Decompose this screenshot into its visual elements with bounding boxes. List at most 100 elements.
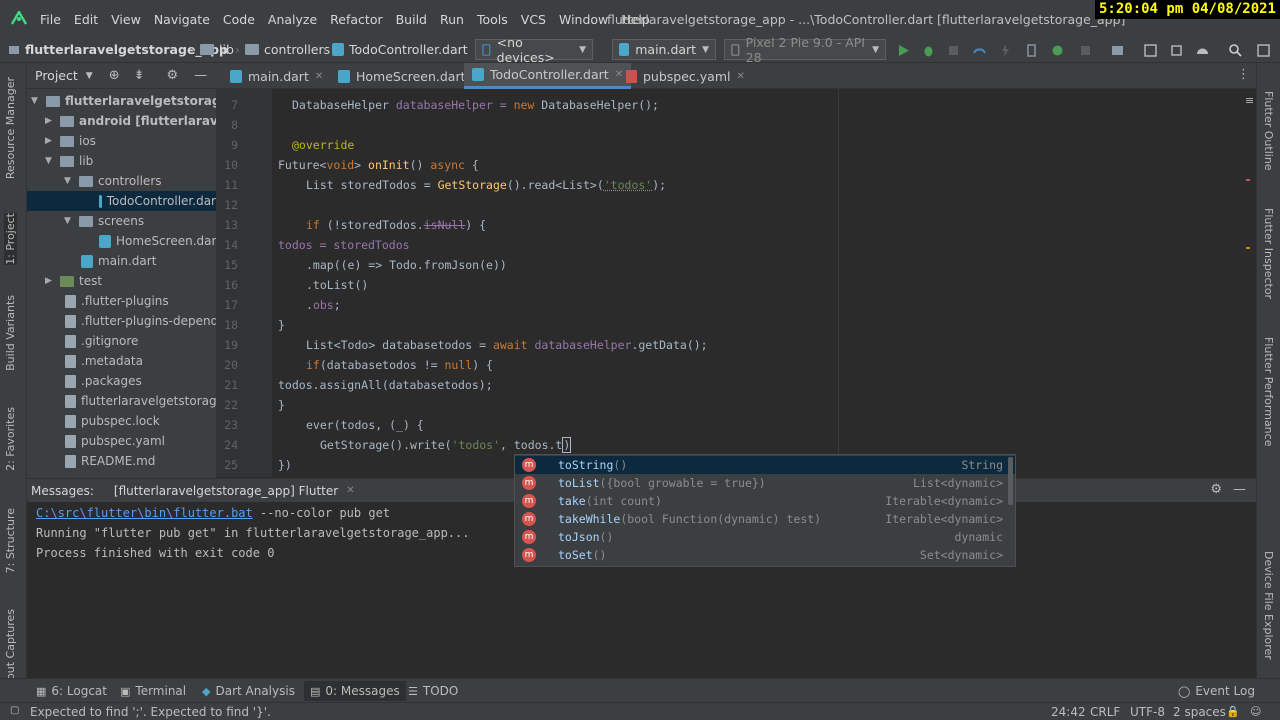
menu-view[interactable]: View [111,12,148,27]
menu-build[interactable]: Build [396,12,434,27]
sdk-manager-icon[interactable] [1169,43,1184,58]
messages-tab[interactable]: [flutterlaravelgetstorage_app] Flutter [114,484,338,498]
tab-logcat[interactable]: ▦ 6: Logcat [36,684,107,698]
menu-vcs[interactable]: VCS [521,12,553,27]
tree-item-test[interactable]: ▶ test [45,271,102,291]
close-icon[interactable]: ✕ [315,71,323,82]
tab-menu-icon[interactable]: ⋮ [1237,67,1250,82]
project-structure-icon[interactable] [1110,43,1125,58]
breadcrumb-controllers[interactable]: › controllers [235,42,330,57]
tree-item-screens[interactable]: ▼ screens [64,211,144,231]
run-config-selector[interactable]: main.dart ▼ [612,39,716,60]
completion-item[interactable]: m take (int count) Iterable<dynamic> [515,492,1015,510]
tab-build-variants[interactable]: Build Variants [4,295,17,371]
tree-item-controllers[interactable]: ▼ controllers [64,171,162,191]
menu-code[interactable]: Code [223,12,262,27]
tab-terminal[interactable]: ▣ Terminal [120,684,186,698]
inspector-icon[interactable]: ☺ [1250,705,1261,718]
completion-item[interactable]: m toList ({bool growable = true}) List<dy… [515,474,1015,492]
menu-tools[interactable]: Tools [477,12,515,27]
tree-item-flutter-plugins-dependencies[interactable]: .flutter-plugins-dependen [65,311,233,331]
flutter-bat-link[interactable]: C:\src\flutter\bin\flutter.bat [36,506,253,520]
gear-icon[interactable]: ⚙ [1210,482,1222,497]
tree-item-pubspec-yaml[interactable]: pubspec.yaml [65,431,165,451]
settings-icon[interactable] [1256,43,1271,58]
line-separator[interactable]: CRLF [1090,705,1120,719]
android-icon[interactable] [1195,43,1210,58]
tab-main-dart[interactable]: main.dart ✕ [222,63,331,89]
attach-debugger-icon[interactable] [946,43,961,58]
cursor-position[interactable]: 24:42 [1051,705,1086,719]
tab-flutter-performance[interactable]: Flutter Performance [1262,337,1275,446]
tree-item-homescreen[interactable]: HomeScreen.dart [99,231,221,251]
menu-analyze[interactable]: Analyze [268,12,324,27]
tab-flutter-inspector[interactable]: Flutter Inspector [1262,208,1275,299]
profile-icon[interactable] [972,43,987,58]
folder-icon [60,135,74,147]
toggle-tool-windows-icon[interactable]: ▢ [10,705,19,716]
tree-item-readme[interactable]: README.md [65,451,155,471]
tab-structure[interactable]: 7: Structure [4,508,17,573]
tab-dart-analysis[interactable]: ◆ Dart Analysis [202,684,295,698]
breadcrumb-lib[interactable]: › lib [190,42,234,57]
hide-panel-icon[interactable]: — [194,68,207,83]
menu-refactor[interactable]: Refactor [330,12,389,27]
tree-item-gitignore[interactable]: .gitignore [65,331,138,351]
collapse-all-icon[interactable]: ⇟ [134,68,145,83]
tab-pubspec[interactable]: pubspec.yaml ✕ [618,63,753,89]
tab-todocontroller[interactable]: TodoController.dart ✕ [464,63,632,89]
file-encoding[interactable]: UTF-8 [1130,705,1165,719]
tab-flutter-outline[interactable]: Flutter Outline [1262,91,1275,171]
hide-panel-icon[interactable]: — [1233,482,1246,497]
completion-item[interactable]: m toString() String [515,456,1015,474]
close-icon[interactable]: ✕ [736,71,744,82]
completion-scrollbar[interactable] [1008,457,1013,505]
tree-item-pubspec-lock[interactable]: pubspec.lock [65,411,160,431]
tab-resource-manager[interactable]: Resource Manager [4,77,17,179]
indent-setting[interactable]: 2 spaces [1173,705,1226,719]
error-marker[interactable] [1246,179,1250,181]
tree-item-ios[interactable]: ▶ ios [45,131,96,151]
project-view-selector[interactable]: Project [35,68,78,83]
run-icon[interactable] [896,43,911,58]
close-icon[interactable]: ✕ [346,485,354,496]
tab-project[interactable]: 1: Project [4,213,17,265]
lock-icon[interactable]: 🔒 [1226,705,1240,718]
code-token: if [306,358,320,372]
tab-favorites[interactable]: 2: Favorites [4,407,17,471]
tree-item-packages[interactable]: .packages [65,371,142,391]
locate-file-icon[interactable]: ⊕ [109,68,120,83]
search-icon[interactable] [1228,43,1243,58]
tree-item-lib[interactable]: ▼ lib [45,151,93,171]
gear-icon[interactable]: ⚙ [167,68,179,83]
tab-todo[interactable]: ☰ TODO [408,684,458,698]
debug-icon[interactable] [921,43,936,58]
avd-manager-icon[interactable] [1143,43,1158,58]
menu-edit[interactable]: Edit [74,12,105,27]
apply-changes-icon[interactable] [1024,43,1039,58]
tab-messages[interactable]: ▤ 0: Messages [304,681,406,701]
tree-item-main-dart[interactable]: main.dart [81,251,156,271]
menu-run[interactable]: Run [440,12,471,27]
completion-item[interactable]: m toJson() dynamic [515,528,1015,546]
warning-marker[interactable] [1246,247,1250,249]
menu-navigate[interactable]: Navigate [154,12,217,27]
tree-item-metadata[interactable]: .metadata [65,351,143,371]
completion-item[interactable]: m takeWhile (bool Function(dynamic) test)… [515,510,1015,528]
sync-gradle-icon[interactable] [1050,43,1065,58]
device-selector[interactable]: <no devices> ▼ [475,35,593,65]
menu-file[interactable]: File [40,12,68,27]
chevron-down-icon[interactable]: ▼ [86,71,93,81]
tree-item-flutter-plugins[interactable]: .flutter-plugins [65,291,169,311]
editor-scrollbar[interactable]: ≡ [1240,89,1256,477]
emulator-selector[interactable]: Pixel 2 Pie 9.0 - API 28 ▼ [724,35,886,65]
tab-event-log[interactable]: ◯ Event Log [1178,684,1255,698]
breadcrumb-file[interactable]: › TodoController.dart [322,42,468,57]
completion-item[interactable]: m toSet() Set<dynamic> [515,546,1015,564]
inspection-widget-icon[interactable]: ≡ [1245,94,1254,107]
hot-reload-icon[interactable] [998,43,1013,58]
tree-item-iml[interactable]: flutterlaravelgetstorage_a [65,391,237,411]
stop-icon[interactable] [1078,43,1093,58]
tab-device-file-explorer[interactable]: Device File Explorer [1262,551,1275,660]
tree-item-todocontroller[interactable]: TodoController.dar [27,191,216,211]
